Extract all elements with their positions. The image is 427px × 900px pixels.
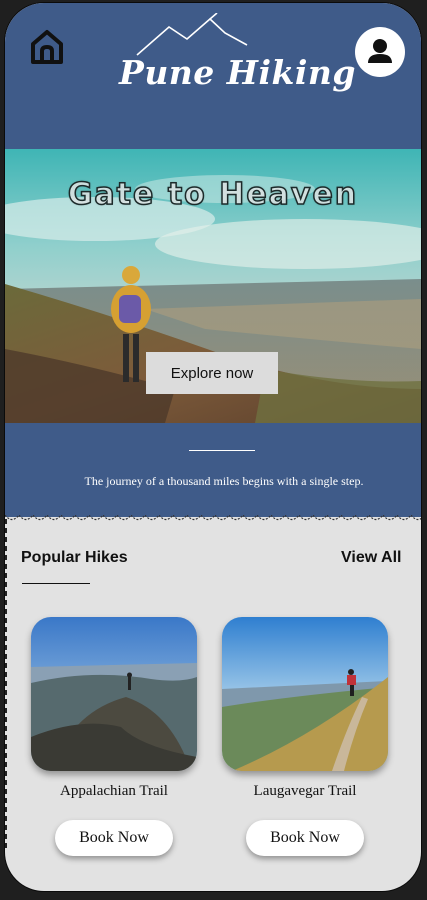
mountain-logo-icon (136, 13, 248, 56)
book-now-button[interactable]: Book Now (55, 820, 173, 856)
hero-title: Gate to Heaven (67, 176, 359, 213)
popular-hikes-heading: Popular Hikes (21, 549, 128, 566)
heading-underline (22, 583, 90, 584)
scalloped-divider (5, 515, 421, 523)
quote-text: The journey of a thousand miles begins w… (84, 474, 364, 488)
home-button[interactable] (27, 27, 67, 67)
laugavegar-trail-image (222, 617, 388, 771)
app-logo: Pune Hiking (105, 13, 355, 98)
hike-card: Laugavegar Trail Book Now (222, 617, 388, 867)
hero-banner: Gate to Heaven Explore now (5, 149, 421, 423)
user-icon (368, 39, 392, 63)
hike-image[interactable] (31, 617, 197, 771)
phone-frame: Pune Hiking Gate to Heaven Explore now T… (4, 2, 422, 892)
hike-name: Appalachian Trail (60, 783, 168, 799)
app-title: Pune Hiking (119, 53, 356, 92)
appalachian-trail-image (31, 617, 197, 771)
hike-image[interactable] (222, 617, 388, 771)
profile-button[interactable] (355, 27, 405, 77)
app-header: Pune Hiking (5, 3, 421, 149)
hike-card: Appalachian Trail Book Now (31, 617, 197, 867)
dashed-border (5, 519, 7, 849)
view-all-link[interactable]: View All (341, 549, 401, 567)
hike-name: Laugavegar Trail (253, 783, 357, 799)
home-icon (31, 30, 63, 64)
quote-divider (189, 450, 255, 451)
quote-section: The journey of a thousand miles begins w… (5, 423, 421, 517)
book-now-button[interactable]: Book Now (246, 820, 364, 856)
explore-now-button[interactable]: Explore now (146, 352, 278, 394)
